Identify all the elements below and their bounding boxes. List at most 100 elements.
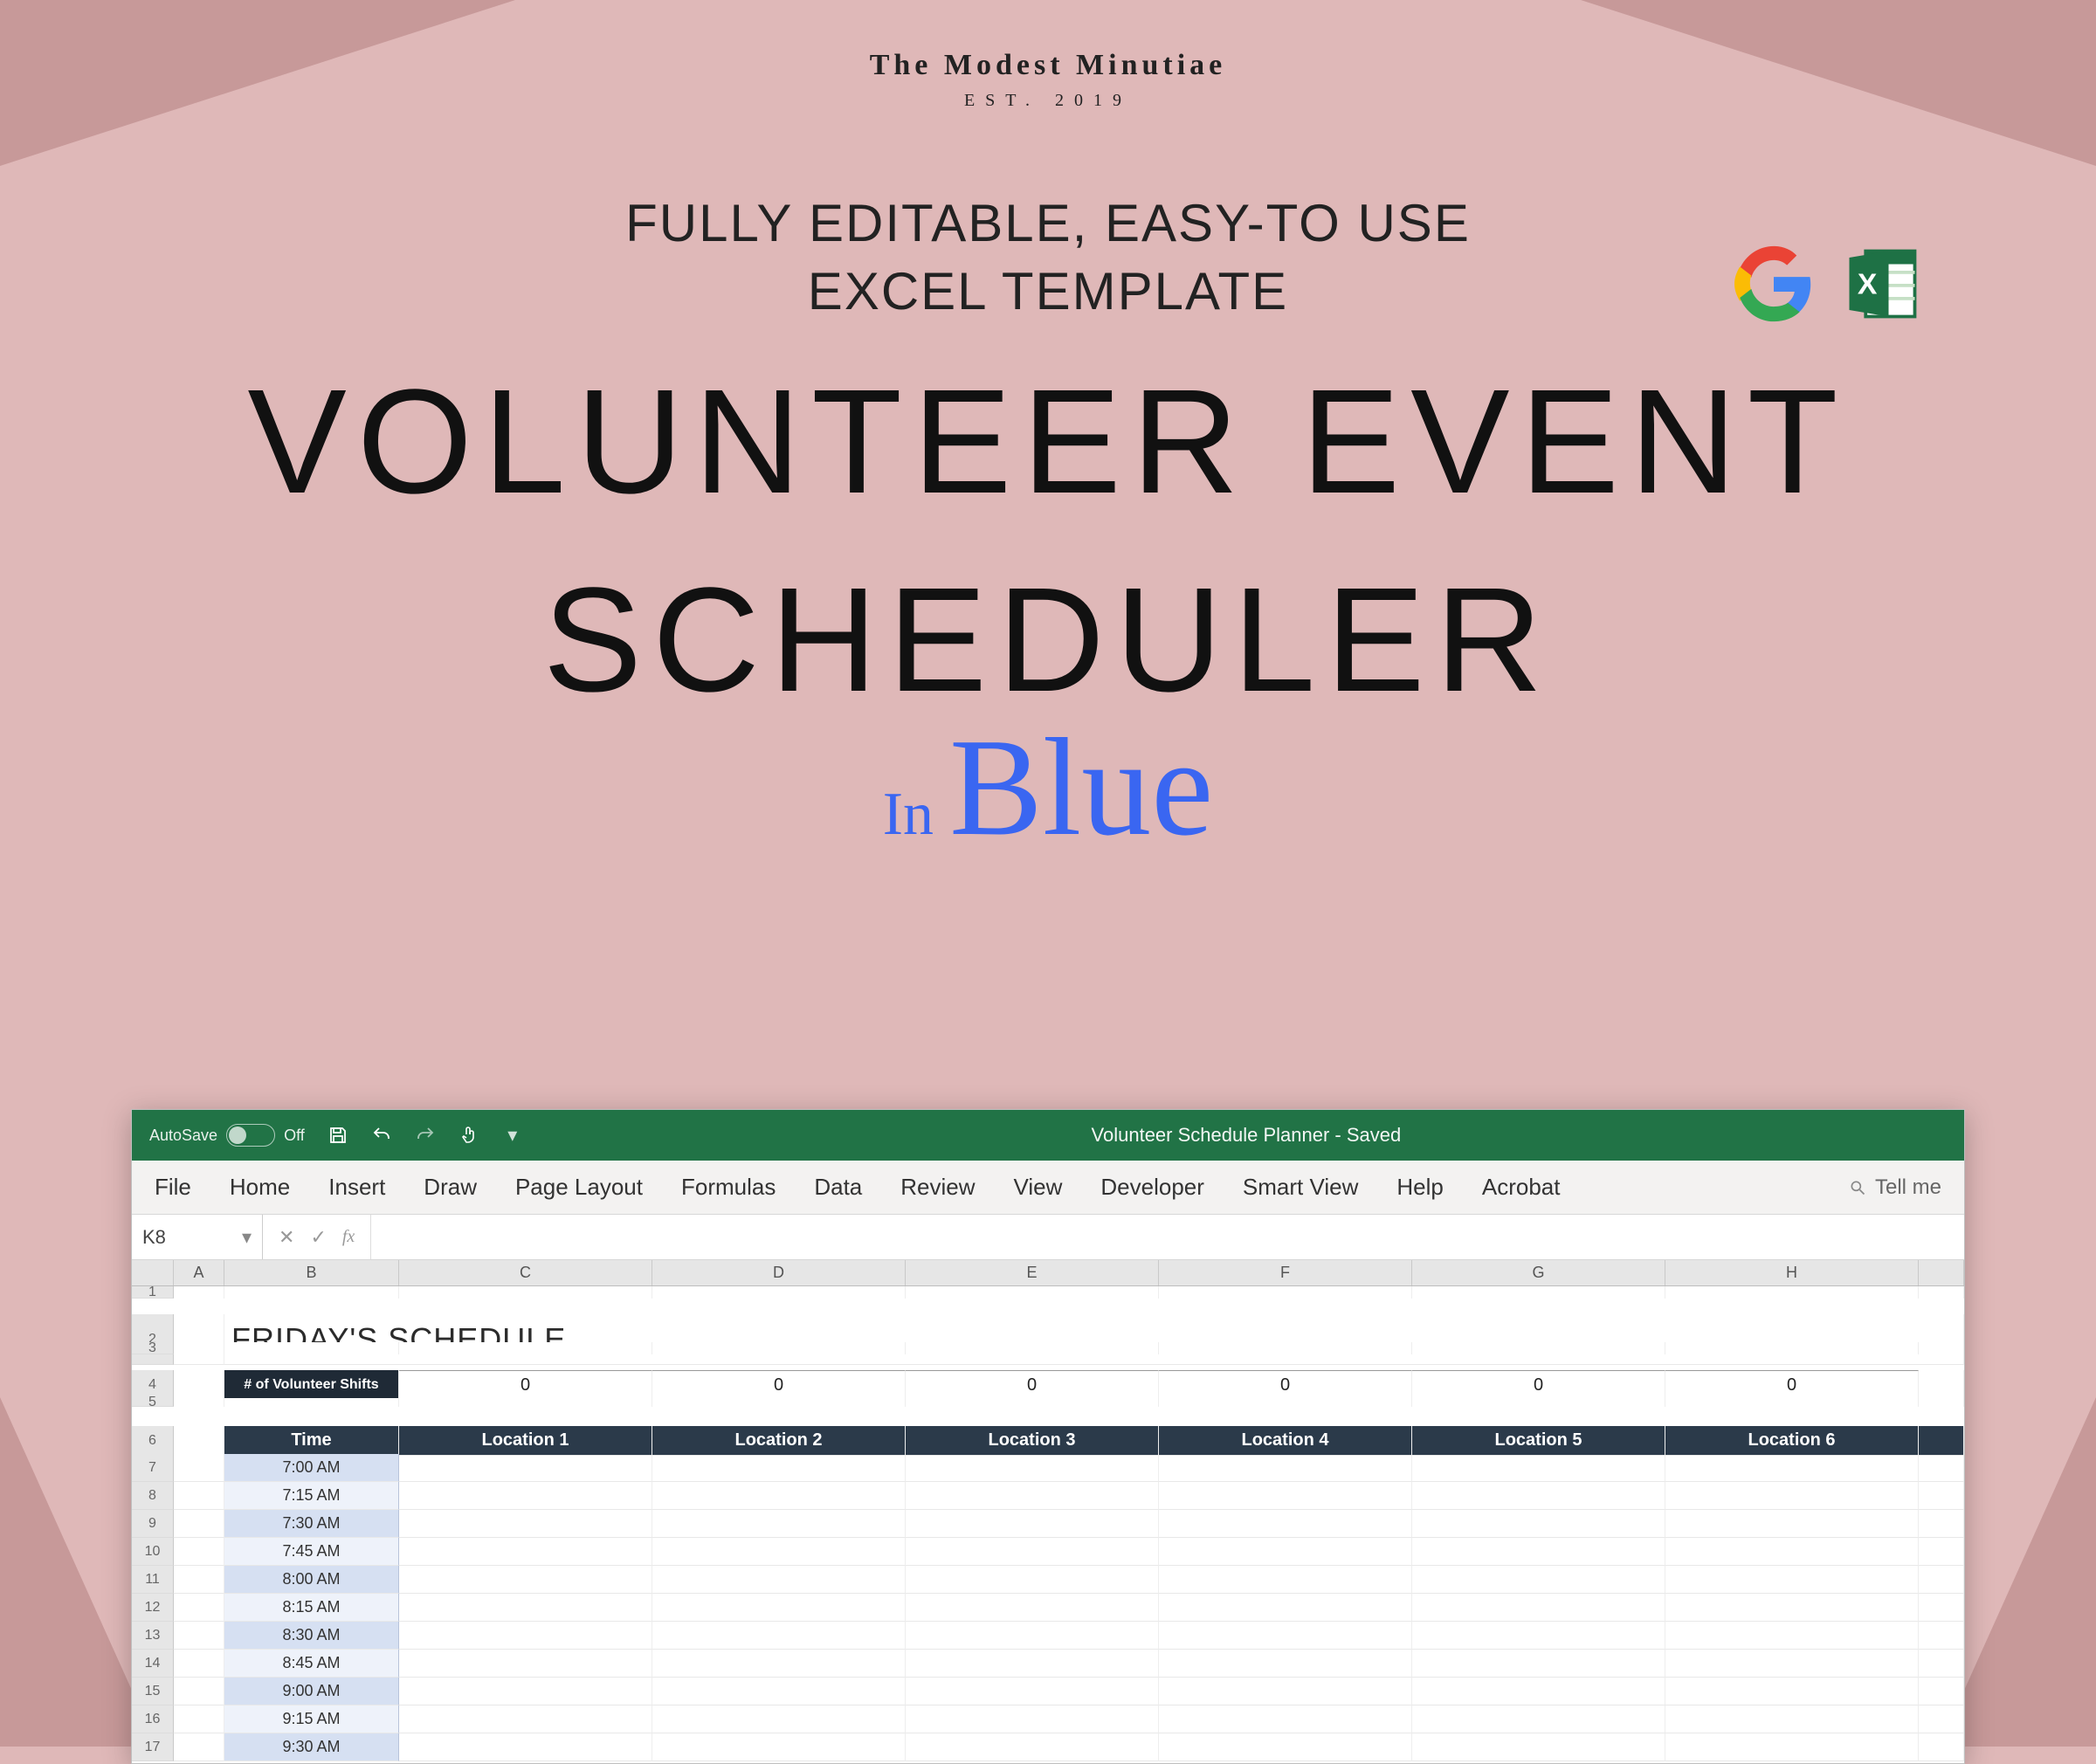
cell[interactable] [1665, 1398, 1919, 1407]
schedule-cell[interactable] [1665, 1650, 1919, 1678]
time-column-header[interactable]: Time [224, 1426, 399, 1456]
schedule-cell[interactable] [906, 1678, 1159, 1705]
shift-count-cell[interactable]: 0 [652, 1370, 906, 1400]
cell[interactable] [174, 1454, 224, 1482]
fx-icon[interactable]: fx [342, 1227, 355, 1247]
tab-review[interactable]: Review [900, 1174, 975, 1201]
row-header[interactable]: 12 [132, 1594, 174, 1622]
schedule-cell[interactable] [652, 1510, 906, 1538]
schedule-cell[interactable] [652, 1650, 906, 1678]
shift-count-cell[interactable]: 0 [906, 1370, 1159, 1400]
col-header-c[interactable]: C [399, 1260, 652, 1285]
schedule-cell[interactable] [399, 1650, 652, 1678]
col-header-h[interactable]: H [1665, 1260, 1919, 1285]
tab-help[interactable]: Help [1396, 1174, 1443, 1201]
cell[interactable] [224, 1342, 399, 1354]
schedule-cell[interactable] [1159, 1538, 1412, 1566]
schedule-cell[interactable] [1665, 1622, 1919, 1650]
cell[interactable] [174, 1510, 224, 1538]
cell[interactable] [174, 1650, 224, 1678]
undo-icon[interactable] [371, 1125, 392, 1146]
cell[interactable] [174, 1370, 224, 1400]
time-cell[interactable]: 7:15 AM [224, 1482, 399, 1510]
schedule-cell[interactable] [1159, 1454, 1412, 1482]
cell[interactable] [174, 1342, 224, 1354]
cell[interactable] [1919, 1510, 1964, 1538]
cell[interactable] [1919, 1566, 1964, 1594]
schedule-cell[interactable] [399, 1594, 652, 1622]
cancel-formula-icon[interactable]: ✕ [279, 1226, 294, 1249]
cell[interactable] [1919, 1733, 1964, 1761]
location-header[interactable]: Location 6 [1665, 1426, 1919, 1456]
time-cell[interactable]: 9:00 AM [224, 1678, 399, 1705]
tab-developer[interactable]: Developer [1100, 1174, 1204, 1201]
cell[interactable] [906, 1342, 1159, 1354]
cell[interactable] [906, 1398, 1159, 1407]
cell[interactable] [1919, 1705, 1964, 1733]
cell[interactable] [1919, 1650, 1964, 1678]
schedule-cell[interactable] [399, 1538, 652, 1566]
row-header[interactable]: 10 [132, 1538, 174, 1566]
schedule-cell[interactable] [1412, 1733, 1665, 1761]
schedule-cell[interactable] [399, 1622, 652, 1650]
schedule-cell[interactable] [1665, 1733, 1919, 1761]
row-header[interactable]: 11 [132, 1566, 174, 1594]
schedule-cell[interactable] [652, 1622, 906, 1650]
col-header-e[interactable]: E [906, 1260, 1159, 1285]
location-header[interactable]: Location 3 [906, 1426, 1159, 1456]
schedule-cell[interactable] [1665, 1678, 1919, 1705]
cell[interactable] [906, 1286, 1159, 1299]
qat-dropdown-icon[interactable]: ▾ [502, 1125, 523, 1146]
schedule-cell[interactable] [1159, 1678, 1412, 1705]
schedule-cell[interactable] [1665, 1566, 1919, 1594]
schedule-cell[interactable] [1665, 1705, 1919, 1733]
name-box[interactable]: K8 ▾ [132, 1215, 263, 1259]
time-cell[interactable]: 7:45 AM [224, 1538, 399, 1566]
schedule-cell[interactable] [1412, 1678, 1665, 1705]
schedule-cell[interactable] [399, 1733, 652, 1761]
schedule-cell[interactable] [906, 1733, 1159, 1761]
schedule-cell[interactable] [906, 1482, 1159, 1510]
schedule-cell[interactable] [399, 1705, 652, 1733]
row-header[interactable]: 13 [132, 1622, 174, 1650]
tab-data[interactable]: Data [814, 1174, 862, 1201]
schedule-cell[interactable] [906, 1454, 1159, 1482]
cell[interactable] [1919, 1426, 1964, 1456]
cell[interactable] [174, 1286, 224, 1299]
col-header-a[interactable]: A [174, 1260, 224, 1285]
schedule-cell[interactable] [1412, 1705, 1665, 1733]
schedule-cell[interactable] [652, 1705, 906, 1733]
shift-count-cell[interactable]: 0 [1665, 1370, 1919, 1400]
tab-insert[interactable]: Insert [328, 1174, 385, 1201]
cell[interactable] [1412, 1398, 1665, 1407]
tab-file[interactable]: File [155, 1174, 191, 1201]
schedule-cell[interactable] [1412, 1566, 1665, 1594]
schedule-cell[interactable] [906, 1594, 1159, 1622]
tab-draw[interactable]: Draw [424, 1174, 477, 1201]
schedule-cell[interactable] [1159, 1510, 1412, 1538]
time-cell[interactable]: 7:30 AM [224, 1510, 399, 1538]
cell[interactable] [174, 1398, 224, 1407]
cell[interactable] [1665, 1286, 1919, 1299]
row-header[interactable]: 7 [132, 1454, 174, 1482]
schedule-cell[interactable] [906, 1510, 1159, 1538]
schedule-cell[interactable] [399, 1678, 652, 1705]
schedule-cell[interactable] [1412, 1454, 1665, 1482]
time-cell[interactable]: 8:15 AM [224, 1594, 399, 1622]
cell[interactable] [1159, 1286, 1412, 1299]
schedule-cell[interactable] [1665, 1482, 1919, 1510]
cell[interactable] [1919, 1594, 1964, 1622]
shift-count-label[interactable]: # of Volunteer Shifts [224, 1370, 399, 1400]
cell[interactable] [174, 1426, 224, 1456]
cell[interactable] [1919, 1482, 1964, 1510]
schedule-cell[interactable] [906, 1705, 1159, 1733]
schedule-cell[interactable] [906, 1650, 1159, 1678]
schedule-cell[interactable] [652, 1454, 906, 1482]
cell[interactable] [174, 1622, 224, 1650]
cell[interactable] [1919, 1622, 1964, 1650]
cell[interactable] [174, 1314, 224, 1365]
cell[interactable] [1159, 1342, 1412, 1354]
cell[interactable] [174, 1482, 224, 1510]
cell[interactable] [174, 1594, 224, 1622]
tab-view[interactable]: View [1014, 1174, 1063, 1201]
